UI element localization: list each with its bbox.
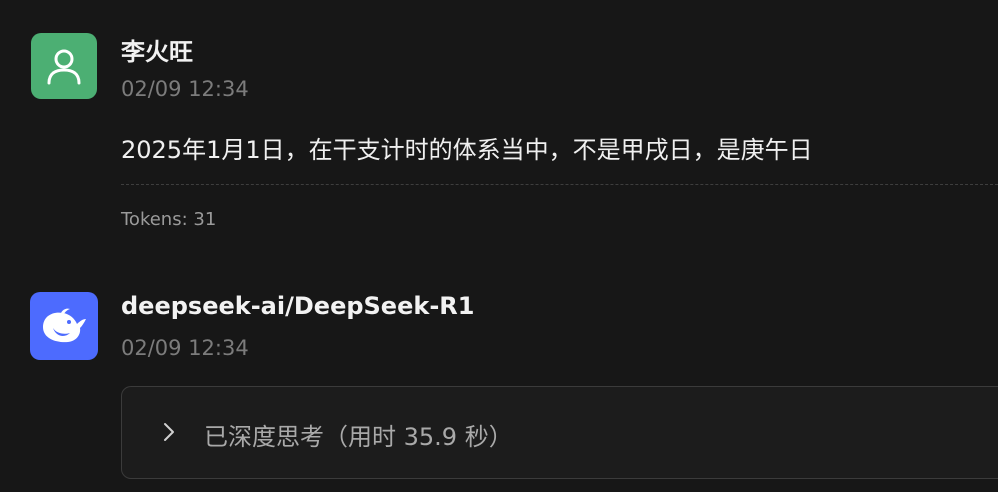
deepseek-whale-icon	[43, 308, 86, 343]
assistant-message: deepseek-ai/DeepSeek-R1 02/09 12:34 已深度思…	[0, 0, 998, 492]
assistant-name: deepseek-ai/DeepSeek-R1	[121, 292, 475, 320]
assistant-avatar	[30, 292, 98, 360]
chevron-right-icon	[164, 423, 174, 441]
thinking-toggle[interactable]: 已深度思考（用时 35.9 秒）	[121, 386, 998, 479]
assistant-message-time: 02/09 12:34	[121, 336, 249, 360]
thinking-label: 已深度思考（用时 35.9 秒）	[204, 423, 513, 451]
